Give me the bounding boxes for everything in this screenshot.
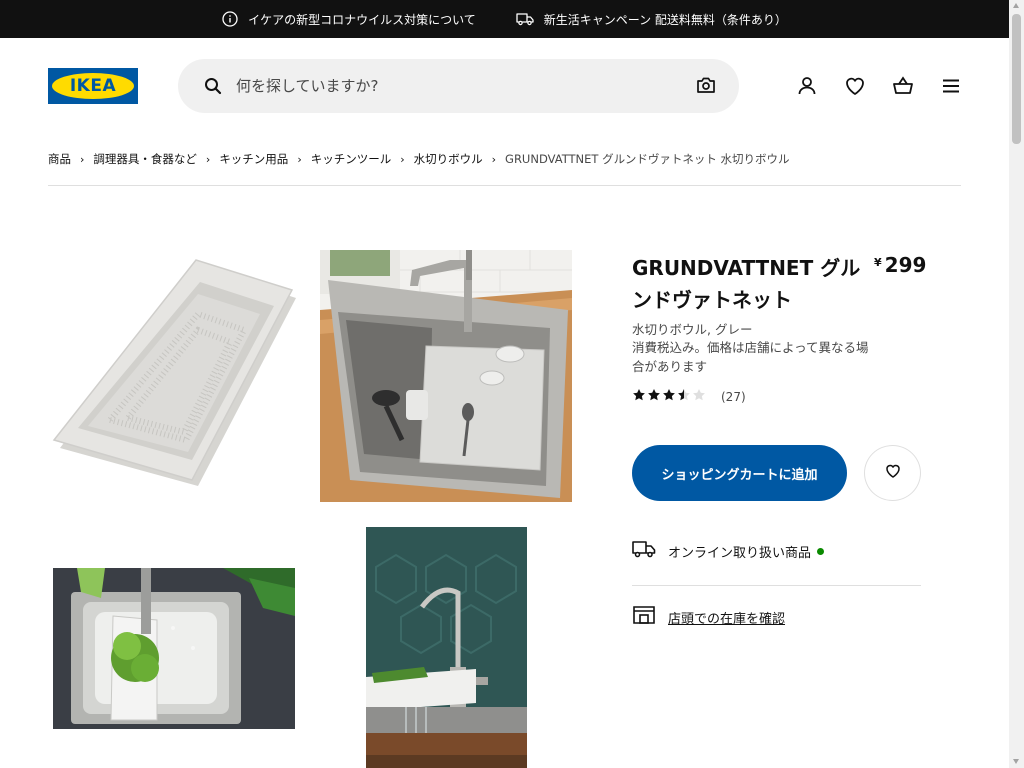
delivery-truck-icon [632,540,656,562]
add-to-favorites-button[interactable] [864,445,921,501]
breadcrumb-item-colanders[interactable]: 水切りボウル [414,151,483,167]
breadcrumb-separator: › [491,152,497,166]
breadcrumb-item-kitchen-goods[interactable]: キッチン用品 [219,151,288,167]
tax-note: 消費税込み。価格は店舗によって異なる場合があります [632,340,869,374]
product-price: ¥ 299 [874,252,926,278]
add-to-cart-button[interactable]: ショッピングカートに追加 [632,445,847,501]
breadcrumb-separator: › [400,152,405,166]
search-bar[interactable] [178,59,739,113]
product-type: 水切りボウル, グレー [632,322,753,337]
price-currency: ¥ [874,256,882,269]
heart-icon[interactable] [843,74,867,98]
product-image-faucet[interactable] [366,527,527,768]
divider [48,185,961,186]
logo-text: IKEA [69,76,117,96]
check-store-stock-link[interactable]: 店頭での在庫を確認 [632,605,785,629]
breadcrumb-current: GRUNDVATTNET グルンドヴァトネット 水切りボウル [505,152,790,166]
availability-dot [817,547,825,555]
product-image-main[interactable] [48,250,300,502]
notice-covid-link[interactable]: イケアの新型コロナウイルス対策について [222,11,476,28]
star-full-icon [647,387,661,406]
page: イケアの新型コロナウイルス対策について 新生活キャンペーン 配送料無料（条件あり… [0,0,1024,768]
store-icon [632,605,656,629]
breadcrumb: 商品 › 調理器具・食器など › キッチン用品 › キッチンツール › 水切りボ… [48,151,790,167]
store-stock-label: 店頭での在庫を確認 [668,611,786,627]
breadcrumb-item-kitchen-tools[interactable]: キッチンツール [311,151,392,167]
info-icon [222,11,238,27]
breadcrumb-separator: › [297,152,302,166]
truck-icon [516,12,534,26]
menu-icon[interactable] [939,74,963,98]
online-label: オンライン取り扱い商品 [668,545,812,561]
heart-icon [884,462,902,484]
scroll-up-icon[interactable] [1013,3,1019,8]
notice-covid-text: イケアの新型コロナウイルス対策について [248,12,476,27]
star-empty-icon [692,387,706,406]
star-full-icon [632,387,646,406]
cart-icon[interactable] [891,74,915,98]
product-name: GRUNDVATTNET グルンドヴァトネット [632,256,861,312]
ikea-logo[interactable]: IKEA [48,68,138,104]
user-icon[interactable] [795,74,819,98]
breadcrumb-item-products[interactable]: 商品 [48,151,71,167]
logo-oval: IKEA [52,73,134,99]
notice-campaign-text: 新生活キャンペーン 配送料無料（条件あり） [543,12,787,27]
price-amount: 299 [884,253,927,277]
review-count[interactable]: (27) [721,390,746,404]
product-image-lettuce[interactable] [53,568,295,729]
breadcrumb-separator: › [80,152,85,166]
rating-stars[interactable]: (27) [632,387,746,406]
product-image-sink[interactable] [320,250,572,502]
star-full-icon [662,387,676,406]
search-input[interactable] [236,71,656,101]
online-availability: オンライン取り扱い商品 [632,540,825,562]
page-scrollbar[interactable] [1009,0,1024,768]
divider [632,585,921,586]
scrollbar-thumb[interactable] [1012,14,1021,144]
scroll-down-icon[interactable] [1013,759,1019,764]
star-half-icon [677,387,691,406]
search-icon[interactable] [204,77,222,99]
notice-bar: イケアの新型コロナウイルス対策について 新生活キャンペーン 配送料無料（条件あり… [0,0,1009,38]
breadcrumb-separator: › [205,152,211,166]
camera-icon[interactable] [696,76,716,98]
notice-campaign-link[interactable]: 新生活キャンペーン 配送料無料（条件あり） [516,11,787,28]
breadcrumb-item-cookware[interactable]: 調理器具・食器など [93,151,197,167]
